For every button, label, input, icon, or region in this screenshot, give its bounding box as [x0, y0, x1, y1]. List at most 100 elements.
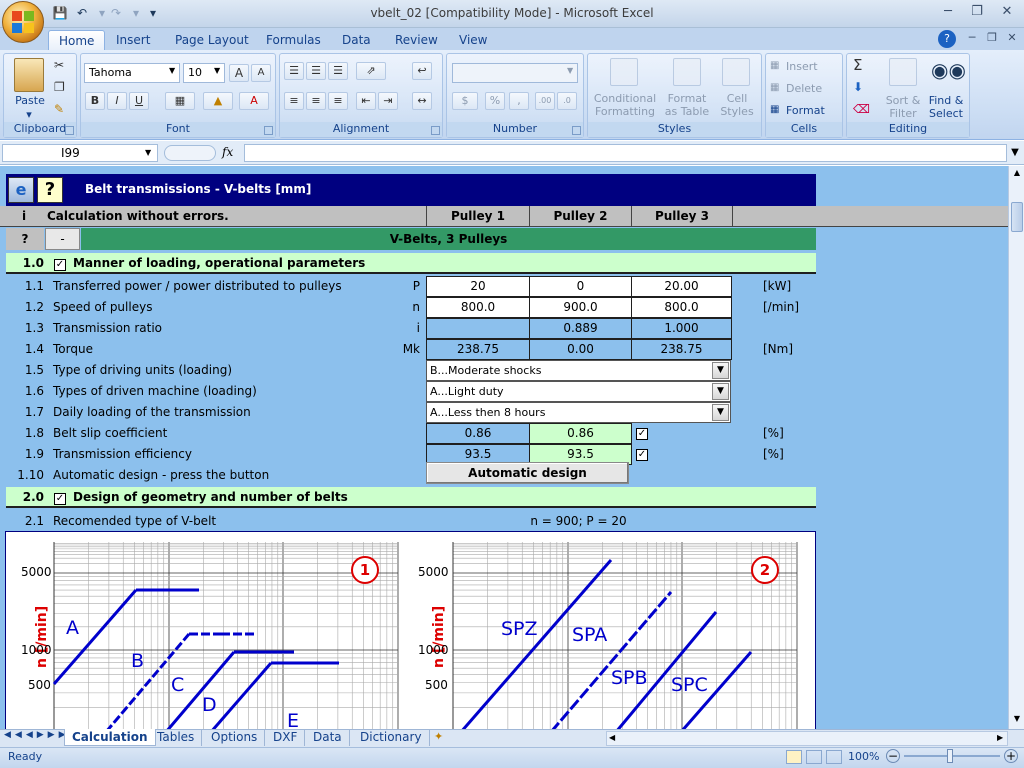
bold-icon[interactable]: B [85, 92, 105, 110]
paste-button[interactable]: Paste [8, 94, 52, 107]
scroll-right-icon[interactable]: ▶ [997, 733, 1003, 742]
horizontal-scrollbar[interactable]: ◀ ▶ [606, 731, 1008, 746]
office-button[interactable] [2, 1, 44, 43]
tab-view[interactable]: View [449, 30, 497, 50]
zoom-level[interactable]: 100% [848, 750, 879, 763]
shrink-font-icon[interactable]: A [251, 64, 271, 82]
minimize-icon[interactable]: ─ [936, 2, 960, 22]
align-middle-icon[interactable]: ☰ [306, 62, 326, 80]
zoom-slider-thumb[interactable] [947, 749, 953, 763]
sheet-tab-dxf[interactable]: DXF [266, 729, 306, 746]
increase-indent-icon[interactable]: ⇥ [378, 92, 398, 110]
sheet-tab-calculation[interactable]: Calculation [64, 729, 156, 746]
sheet-tab-data[interactable]: Data [306, 729, 350, 746]
help-icon[interactable]: ? [938, 30, 956, 48]
sheet-tab-tables[interactable]: Tables [150, 729, 203, 746]
dropdown-arrow-icon[interactable]: ▼ [712, 362, 729, 379]
format-button[interactable]: Format [786, 104, 825, 117]
number-format-box[interactable] [452, 63, 578, 83]
ribbon-close-icon[interactable]: ✕ [1000, 28, 1024, 48]
conditional-formatting-button[interactable]: Conditional Formatting [590, 92, 660, 118]
section-2-checkbox[interactable]: ✓ [54, 491, 66, 505]
name-box[interactable]: I99 [2, 144, 158, 162]
autosum-icon[interactable]: Σ [853, 56, 862, 74]
italic-icon[interactable]: I [107, 92, 127, 110]
zoom-in-icon[interactable]: + [1004, 749, 1018, 763]
speed-pulley-1[interactable]: 800.0 [426, 297, 530, 318]
daily-loading-select[interactable]: A...Less then 8 hours ▼ [426, 402, 731, 423]
font-name-dropdown-icon[interactable]: ▼ [169, 66, 175, 75]
tab-data[interactable]: Data [332, 30, 381, 50]
underline-icon[interactable]: U [129, 92, 149, 110]
format-as-table-button[interactable]: Format as Table [660, 92, 714, 118]
borders-icon[interactable]: ▦ [165, 92, 195, 110]
close-icon[interactable]: ✕ [995, 2, 1019, 22]
font-launcher-icon[interactable] [264, 126, 273, 135]
help-q-cell[interactable]: ? [6, 228, 44, 250]
collapse-button[interactable]: - [45, 228, 80, 250]
section-1-checkbox[interactable]: ✓ [54, 257, 66, 271]
paste-icon[interactable] [14, 58, 44, 92]
speed-pulley-2[interactable]: 900.0 [529, 297, 632, 318]
vertical-scrollbar[interactable]: ▲ ▼ [1008, 166, 1024, 729]
number-launcher-icon[interactable] [572, 126, 581, 135]
name-box-dropdown-icon[interactable]: ▼ [145, 148, 151, 157]
font-color-icon[interactable]: A [239, 92, 269, 110]
fill-icon[interactable]: ⬇ [853, 80, 863, 94]
align-bottom-icon[interactable]: ☰ [328, 62, 348, 80]
font-name-box[interactable]: Tahoma [84, 63, 180, 83]
copy-icon[interactable]: ❐ [54, 80, 65, 94]
browser-icon[interactable]: e [8, 177, 34, 203]
dropdown-arrow-icon[interactable]: ▼ [712, 383, 729, 400]
format-painter-icon[interactable]: ✎ [54, 102, 64, 116]
alignment-launcher-icon[interactable] [431, 126, 440, 135]
dropdown-arrow-icon[interactable]: ▼ [712, 404, 729, 421]
insert-function-icon[interactable]: fx [222, 145, 242, 161]
speed-pulley-3[interactable]: 800.0 [631, 297, 732, 318]
align-top-icon[interactable]: ☰ [284, 62, 304, 80]
slip-checkbox[interactable]: ✓ [636, 426, 648, 440]
delete-button[interactable]: Delete [786, 82, 822, 95]
wrap-text-icon[interactable]: ↩ [412, 62, 432, 80]
align-left-icon[interactable]: ≡ [284, 92, 304, 110]
paste-dropdown-icon[interactable]: ▾ [14, 108, 44, 121]
sheet-tab-options[interactable]: Options [204, 729, 266, 746]
scroll-left-icon[interactable]: ◀ [609, 733, 615, 742]
decrease-decimal-icon[interactable]: .0 [557, 92, 577, 110]
clipboard-launcher-icon[interactable] [65, 126, 74, 135]
scroll-up-icon[interactable]: ▲ [1011, 168, 1023, 180]
clear-icon[interactable]: ⌫ [853, 102, 870, 116]
normal-view-icon[interactable] [786, 750, 802, 764]
decrease-indent-icon[interactable]: ⇤ [356, 92, 376, 110]
tab-review[interactable]: Review [385, 30, 448, 50]
page-layout-view-icon[interactable] [806, 750, 822, 764]
grow-font-icon[interactable]: A [229, 64, 249, 82]
insert-button[interactable]: Insert [786, 60, 818, 73]
align-center-icon[interactable]: ≡ [306, 92, 326, 110]
sort-filter-button[interactable]: Sort & Filter [883, 94, 923, 120]
currency-icon[interactable]: $ [452, 92, 478, 110]
align-right-icon[interactable]: ≡ [328, 92, 348, 110]
find-select-button[interactable]: Find & Select [925, 94, 967, 120]
help-question-icon[interactable]: ? [37, 177, 63, 203]
scroll-down-icon[interactable]: ▼ [1011, 714, 1023, 726]
tab-home[interactable]: Home [48, 30, 106, 50]
increase-decimal-icon[interactable]: .00 [535, 92, 555, 110]
power-pulley-1[interactable]: 20 [426, 276, 530, 297]
expand-formula-bar-icon[interactable]: ▼ [1008, 144, 1022, 162]
scroll-thumb[interactable] [1011, 202, 1023, 232]
zoom-out-icon[interactable]: − [886, 749, 900, 763]
formula-input[interactable] [244, 144, 1007, 162]
fill-color-icon[interactable]: ▲ [203, 92, 233, 110]
insert-sheet-icon[interactable]: ✦ [434, 730, 443, 743]
orientation-icon[interactable]: ⇗ [356, 62, 386, 80]
cell-styles-button[interactable]: Cell Styles [714, 92, 760, 118]
efficiency-checkbox[interactable]: ✓ [636, 447, 648, 461]
comma-icon[interactable]: , [509, 92, 529, 110]
page-break-view-icon[interactable] [826, 750, 842, 764]
font-size-dropdown-icon[interactable]: ▼ [214, 66, 220, 75]
slip-pulley-2[interactable]: 0.86 [529, 423, 632, 444]
sheet-tab-dictionary[interactable]: Dictionary [353, 729, 430, 746]
restore-icon[interactable]: ❐ [965, 2, 989, 22]
tab-insert[interactable]: Insert [106, 30, 160, 50]
